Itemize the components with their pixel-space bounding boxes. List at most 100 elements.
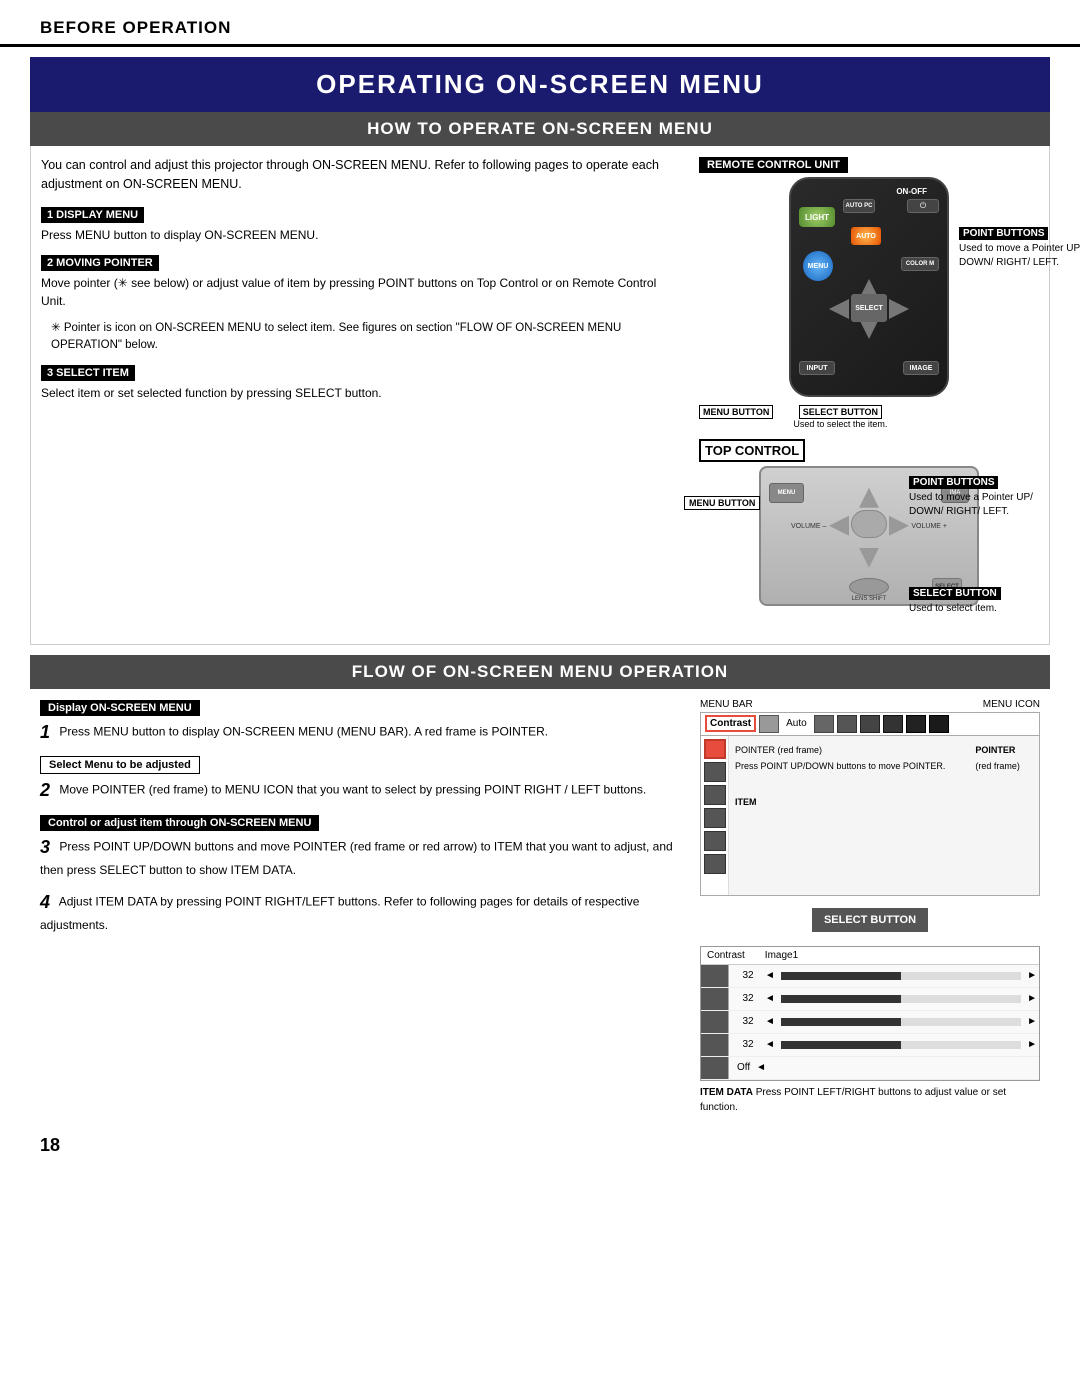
step1-text: Press MENU button to display ON-SCREEN M…: [41, 226, 679, 244]
item-label: ITEM: [735, 794, 1033, 810]
item-val-2: 32: [733, 993, 763, 1004]
auto-button[interactable]: AUTO: [851, 227, 881, 245]
tc-point-btns-annotation: POINT BUTTONS Used to move a Pointer UP/…: [909, 476, 1039, 519]
flow-right: MENU BAR MENU ICON Contrast Auto: [700, 699, 1040, 1115]
flow-step4-desc: Adjust ITEM DATA by pressing POINT RIGHT…: [40, 894, 639, 931]
menu-icon-5: [883, 715, 903, 733]
dpad-left-remote[interactable]: [829, 299, 849, 319]
item-data-header-left: Contrast: [707, 950, 745, 961]
point-buttons-label: POINT BUTTONS: [959, 227, 1048, 240]
tc-dpad-left[interactable]: [829, 516, 849, 536]
item-data-row-1: 32 ◄ ►: [701, 965, 1039, 988]
contrast-item: Contrast: [705, 715, 756, 732]
tc-menu-btn-annotation: MENU BUTTON: [684, 496, 760, 510]
item-icon-5: [701, 1057, 729, 1079]
main-title: OPERATING ON-SCREEN MENU: [30, 69, 1050, 100]
menu-side-icons: [701, 736, 729, 895]
flow-step1-num: 1: [40, 722, 50, 742]
pointer-label: POINTER: [975, 742, 1020, 758]
side-icon-6: [704, 854, 726, 874]
flow-step2-desc: Move POINTER (red frame) to MENU ICON th…: [59, 782, 646, 796]
how-to-right: REMOTE CONTROL UNIT ON-OFF LIGHT AU: [699, 156, 1039, 634]
item-bar-1: [781, 972, 1021, 980]
volume-minus-label: VOLUME –: [791, 523, 826, 530]
remote-body: ON-OFF LIGHT AUTO PC ⏻: [789, 177, 949, 397]
power-button[interactable]: ⏻: [907, 199, 939, 213]
tc-dpad-down[interactable]: [859, 548, 879, 568]
item-arrow-left-4: ◄: [765, 1039, 775, 1050]
step2-note: ✳ Pointer is icon on ON-SCREEN MENU to s…: [41, 320, 679, 355]
flow-step1-text: 1 Press MENU button to display ON-SCREEN…: [40, 719, 680, 746]
flow-section-header: FLOW OF ON-SCREEN MENU OPERATION: [30, 655, 1050, 689]
color-m-button[interactable]: COLOR M: [901, 257, 939, 271]
select-button-box: SELECT BUTTON: [812, 908, 928, 932]
flow-step4-num: 4: [40, 892, 50, 912]
dpad-down-remote[interactable]: [859, 319, 879, 339]
menu-btn-annotation: MENU BUTTON: [699, 405, 773, 431]
input-button[interactable]: INPUT: [799, 361, 835, 375]
item-bar-4: [781, 1041, 1021, 1049]
menu-icon-7: [929, 715, 949, 733]
menu-diagram-body: POINTER (red frame) Press POINT UP/DOWN …: [700, 736, 1040, 896]
menu-content-area: POINTER (red frame) Press POINT UP/DOWN …: [729, 736, 1039, 895]
select-center-remote[interactable]: SELECT: [851, 294, 887, 322]
flow-step1-desc: Press MENU button to display ON-SCREEN M…: [59, 724, 548, 738]
menu-bar-row: Contrast Auto: [700, 712, 1040, 736]
item-arrow-right-4: ►: [1027, 1039, 1037, 1050]
contrast-label: Contrast: [710, 718, 751, 729]
intro-text: You can control and adjust this projecto…: [41, 156, 679, 194]
dpad-right-remote[interactable]: [889, 299, 909, 319]
item-arrow-left-5: ◄: [756, 1062, 766, 1073]
image-button[interactable]: IMAGE: [903, 361, 939, 375]
flow-step1-label: Display ON-SCREEN MENU: [40, 700, 200, 716]
light-button[interactable]: LIGHT: [799, 207, 835, 227]
top-control-section: TOP CONTROL MENU VOLUME – VOLUME +: [699, 439, 1039, 626]
step1-label: 1 DISPLAY MENU: [41, 207, 144, 223]
tc-select-btn-desc: Used to select item.: [909, 602, 1039, 616]
flow-left: Display ON-SCREEN MENU 1 Press MENU butt…: [40, 699, 680, 1115]
menu-icon-6: [906, 715, 926, 733]
remote-control-label: REMOTE CONTROL UNIT: [699, 157, 848, 173]
color-m-label: COLOR M: [906, 261, 934, 267]
remote-control-section: REMOTE CONTROL UNIT ON-OFF LIGHT AU: [699, 156, 1039, 431]
step2-container: 2 MOVING POINTER Move pointer (✳ see bel…: [41, 254, 679, 355]
select-btn-label: SELECT BUTTON: [799, 405, 882, 419]
flow-step2-num: 2: [40, 780, 50, 800]
step2-text: Move pointer (✳ see below) or adjust val…: [41, 274, 679, 310]
pointer-desc: (red frame): [975, 758, 1020, 774]
step3-label: 3 SELECT ITEM: [41, 365, 135, 381]
dpad-remote: SELECT: [829, 279, 909, 339]
menu-icon-2: [814, 715, 834, 733]
flow-step3-text: 3 Press POINT UP/DOWN buttons and move P…: [40, 834, 680, 879]
flow-step2: Select Menu to be adjusted 2 Move POINTE…: [40, 756, 680, 804]
lens-shift-button[interactable]: [849, 578, 889, 596]
step3-container: 3 SELECT ITEM Select item or set selecte…: [41, 364, 679, 402]
select-button-label: SELECT BUTTON: [824, 914, 916, 926]
item-data-header-right: Image1: [765, 950, 798, 961]
page-header: BEFORE OPERATION: [0, 0, 1080, 47]
item-arrow-left-2: ◄: [765, 993, 775, 1004]
flow-step3: Control or adjust item through ON-SCREEN…: [40, 814, 680, 879]
tc-point-buttons-label: POINT BUTTONS: [909, 476, 998, 489]
tc-dpad-right[interactable]: [889, 516, 909, 536]
menu-button-tc[interactable]: MENU: [769, 483, 804, 503]
pointer-red-frame-desc: Press POINT UP/DOWN buttons to move POIN…: [735, 758, 945, 774]
item-data-label: ITEM DATA: [700, 1087, 753, 1098]
item-data-row-3: 32 ◄ ►: [701, 1011, 1039, 1034]
menu-icon-4: [860, 715, 880, 733]
item-icon-1: [701, 965, 729, 987]
auto-pc-button[interactable]: AUTO PC: [843, 199, 875, 213]
flow-step4: 4 Adjust ITEM DATA by pressing POINT RIG…: [40, 889, 680, 934]
menu-btn-label: MENU BUTTON: [699, 405, 773, 419]
side-icon-2: [704, 762, 726, 782]
pointer-red-frame-label: POINTER (red frame): [735, 742, 945, 758]
how-to-left: You can control and adjust this projecto…: [41, 156, 679, 634]
menu-label-remote: MENU: [808, 263, 829, 270]
item-data-diagram: Contrast Image1 32 ◄ ► 32 ◄ ► 32 ◄: [700, 946, 1040, 1081]
auto-pc-label: AUTO PC: [846, 203, 873, 209]
tc-dpad-up[interactable]: [859, 488, 879, 508]
pointer-annotation: POINTER (red frame): [975, 742, 1020, 774]
flow-layout: Display ON-SCREEN MENU 1 Press MENU butt…: [30, 689, 1050, 1125]
menu-button-remote[interactable]: MENU: [803, 251, 833, 281]
flow-step2-text: 2 Move POINTER (red frame) to MENU ICON …: [40, 777, 680, 804]
